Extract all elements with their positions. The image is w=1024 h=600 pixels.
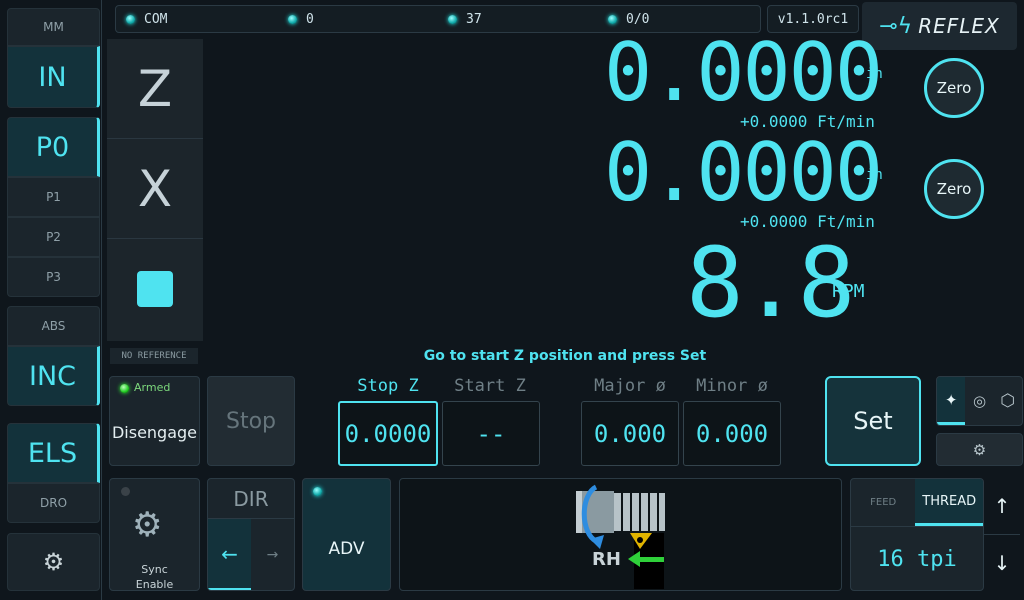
x-unit: in bbox=[866, 167, 883, 183]
thread-preview: RH bbox=[399, 478, 842, 591]
armed-label: Armed bbox=[134, 381, 171, 394]
mode-abs-button[interactable]: ABS bbox=[7, 306, 100, 346]
x-readout: 0.0000 bbox=[604, 126, 883, 219]
status-led-c bbox=[608, 15, 617, 24]
adv-led bbox=[313, 487, 322, 496]
unit-in-button[interactable]: IN bbox=[7, 46, 100, 108]
adv-label: ADV bbox=[328, 539, 365, 559]
mode-inc-button[interactable]: INC bbox=[7, 346, 100, 406]
sync-enable-button[interactable]: ⚙ Sync Enable bbox=[109, 478, 200, 591]
hexagon-tool-icon[interactable]: ⬡ bbox=[994, 377, 1022, 425]
thread-diagram-icon bbox=[576, 484, 665, 589]
motor-gear-icon: ⚙ bbox=[132, 505, 163, 545]
arrow-up-icon[interactable]: ↑ bbox=[984, 478, 1020, 535]
sidebar-divider bbox=[101, 0, 102, 600]
z-zero-button[interactable]: Zero bbox=[924, 58, 984, 118]
status-led-a bbox=[288, 15, 297, 24]
mode-els-button[interactable]: ELS bbox=[7, 423, 100, 483]
unit-mm-button[interactable]: MM bbox=[7, 8, 100, 46]
thread-tab[interactable]: THREAD bbox=[915, 479, 983, 526]
stop-z-label: Stop Z bbox=[357, 376, 419, 396]
axis-x-label[interactable]: X bbox=[107, 139, 203, 239]
feed-thread-panel: FEED THREAD 16 tpi bbox=[850, 478, 984, 591]
status-led-b bbox=[448, 15, 457, 24]
spindle-square-icon bbox=[137, 271, 173, 307]
minor-diameter-label: Minor ø bbox=[696, 376, 768, 396]
com-led bbox=[126, 15, 135, 24]
sync-label-line1: Sync bbox=[141, 563, 168, 576]
com-label: COM bbox=[144, 12, 168, 27]
pitch-stepper: ↑ ↓ bbox=[984, 478, 1020, 591]
minor-diameter-field[interactable]: 0.000 bbox=[683, 401, 781, 466]
sync-led bbox=[121, 487, 130, 496]
set-button[interactable]: Set bbox=[825, 376, 921, 466]
mode-dro-button[interactable]: DRO bbox=[7, 483, 100, 523]
axis-z-label[interactable]: Z bbox=[107, 39, 203, 139]
tool-selector: ✦ ◎ ⬡ bbox=[936, 376, 1023, 426]
gear-icon: ⚙ bbox=[42, 548, 65, 576]
disengage-label: Disengage bbox=[111, 423, 198, 442]
arrow-down-icon[interactable]: ↓ bbox=[984, 535, 1020, 591]
settings-button[interactable]: ⚙ bbox=[7, 533, 100, 591]
feed-tab[interactable]: FEED bbox=[851, 479, 915, 526]
stop-z-field[interactable]: 0.0000 bbox=[338, 401, 438, 466]
major-diameter-label: Major ø bbox=[594, 376, 666, 396]
position-p1-button[interactable]: P1 bbox=[7, 177, 100, 217]
status-value-a: 0 bbox=[306, 12, 314, 27]
rpm-readout: 8.8 bbox=[686, 227, 855, 339]
prompt-message: Go to start Z position and press Set bbox=[423, 348, 707, 364]
sync-label-line2: Enable bbox=[135, 578, 174, 591]
circle-tool-icon[interactable]: ◎ bbox=[965, 377, 993, 425]
stop-button[interactable]: Stop bbox=[207, 376, 295, 466]
direction-selector: DIR ← → bbox=[207, 478, 295, 591]
x-zero-button[interactable]: Zero bbox=[924, 159, 984, 219]
brand-name: REFLEX bbox=[918, 14, 1000, 38]
tool-settings-button[interactable]: ⚙ bbox=[936, 433, 1023, 466]
major-diameter-field[interactable]: 0.000 bbox=[581, 401, 679, 466]
magic-wand-icon[interactable]: ✦ bbox=[937, 377, 966, 425]
position-p2-button[interactable]: P2 bbox=[7, 217, 100, 257]
start-z-label: Start Z bbox=[454, 376, 526, 396]
gear-icon: ⚙ bbox=[972, 440, 987, 459]
start-z-field[interactable]: -- bbox=[442, 401, 540, 466]
status-value-b: 37 bbox=[466, 12, 482, 27]
axis-column: Z X bbox=[107, 39, 203, 341]
spindle-row[interactable] bbox=[107, 239, 203, 339]
dir-label: DIR bbox=[208, 479, 294, 519]
status-value-c: 0/0 bbox=[626, 12, 650, 27]
adv-button[interactable]: ADV bbox=[302, 478, 391, 591]
reference-status: NO REFERENCE bbox=[110, 348, 198, 364]
z-readout: 0.0000 bbox=[604, 26, 883, 119]
rpm-unit: RPM bbox=[832, 281, 865, 302]
position-p3-button[interactable]: P3 bbox=[7, 257, 100, 297]
disengage-button[interactable]: Armed Disengage bbox=[109, 376, 200, 466]
tpi-value[interactable]: 16 tpi bbox=[851, 527, 983, 590]
brand-logo: ⊸ϟ REFLEX bbox=[862, 2, 1017, 50]
z-unit: in bbox=[866, 66, 883, 82]
plug-bolt-icon: ⊸ϟ bbox=[879, 13, 913, 39]
dir-right-button[interactable]: → bbox=[251, 519, 294, 590]
armed-led bbox=[120, 384, 129, 393]
position-p0-button[interactable]: P0 bbox=[7, 117, 100, 177]
hand-label: RH bbox=[592, 549, 621, 570]
dir-left-button[interactable]: ← bbox=[208, 519, 251, 590]
